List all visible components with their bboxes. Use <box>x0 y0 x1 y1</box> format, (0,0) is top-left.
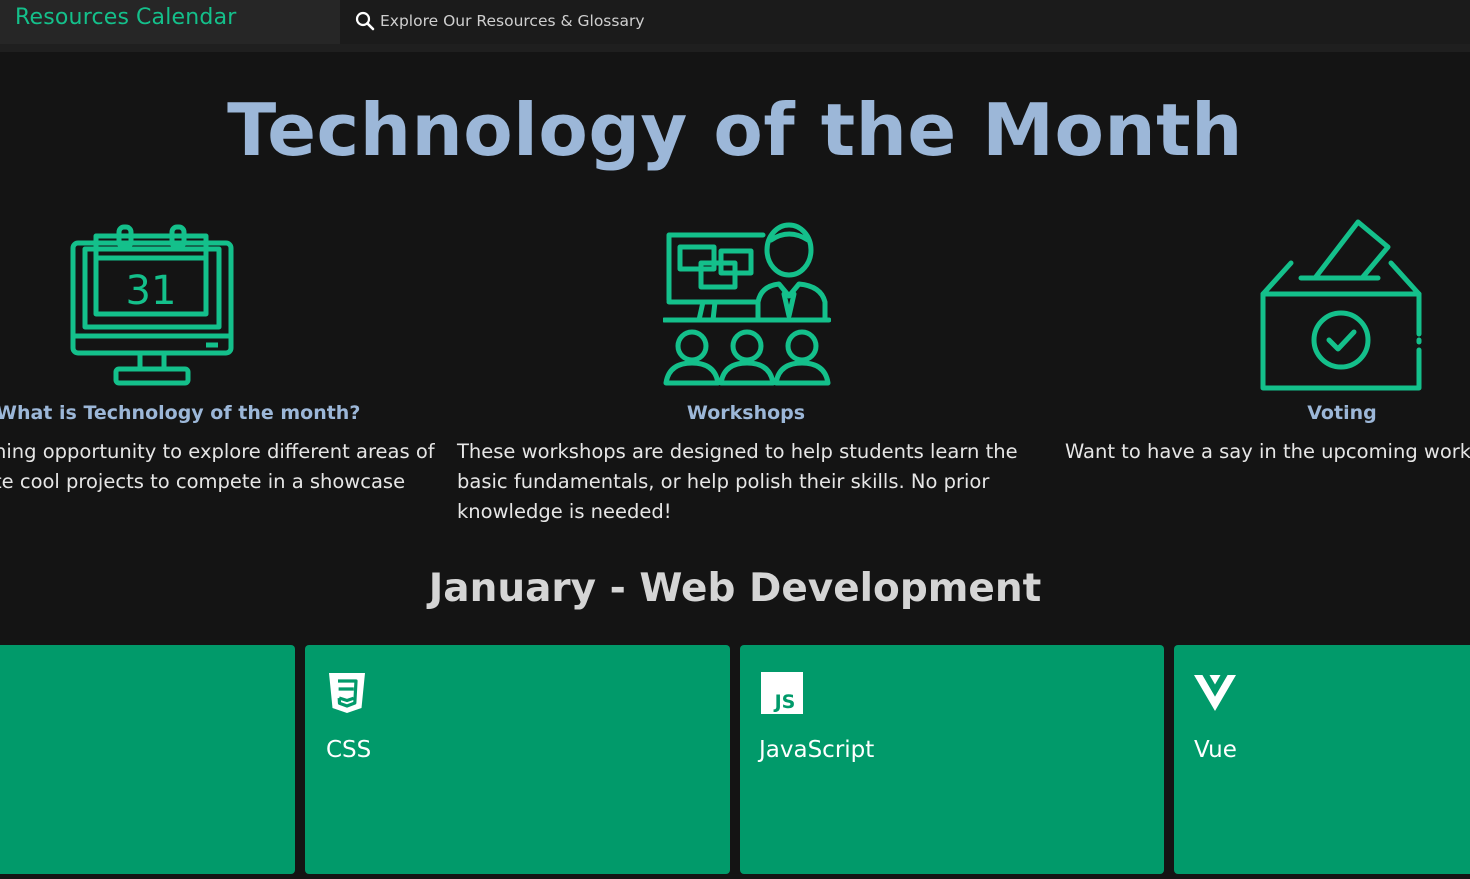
feature-title-about: What is Technology of the month? <box>0 402 361 424</box>
javascript-icon-text: JS <box>773 691 796 713</box>
tech-card-css[interactable]: CSS <box>305 645 730 874</box>
calendar-icon-day: 31 <box>126 268 177 314</box>
search-input[interactable] <box>378 6 982 36</box>
search-bar[interactable] <box>340 0 1470 44</box>
feature-text-about: ning opportunity to explore different ar… <box>0 437 435 497</box>
search-icon[interactable] <box>354 10 376 32</box>
feature-title-voting: Voting <box>1307 402 1377 424</box>
feature-text-voting: Want to have a say in the upcoming works… <box>1065 437 1470 467</box>
card-label: CSS <box>326 737 372 763</box>
card-label: JavaScript <box>759 737 875 763</box>
feature-text-line: basic fundamentals, or help polish their… <box>457 470 990 493</box>
top-bar-divider <box>0 44 1470 52</box>
vue-icon <box>1194 675 1236 711</box>
css3-icon <box>329 673 365 713</box>
feature-text-line: Want to have a say in the upcoming works… <box>1065 440 1470 463</box>
ballot-box-icon <box>1260 219 1422 391</box>
feature-title-workshops: Workshops <box>686 402 806 424</box>
tech-card-vue[interactable]: Vue <box>1174 645 1470 874</box>
feature-text-workshops: These workshops are designed to help stu… <box>457 437 1018 527</box>
card-label: Vue <box>1194 737 1237 763</box>
tech-card-html[interactable] <box>0 645 295 874</box>
tech-card-javascript[interactable]: JS JavaScript <box>740 645 1164 874</box>
feature-text-line: These workshops are designed to help stu… <box>457 440 1018 463</box>
workshop-presentation-icon <box>663 222 831 386</box>
nav-bar: Resources Calendar <box>0 0 340 50</box>
nav-link-resources[interactable]: Resources <box>15 5 129 30</box>
top-bar: Resources Calendar <box>0 0 1470 50</box>
calendar-monitor-icon: 31 <box>70 224 234 386</box>
javascript-icon: JS <box>761 672 803 714</box>
feature-text-line: te cool projects to compete in a showcas… <box>0 470 406 493</box>
nav-link-calendar[interactable]: Calendar <box>136 5 237 30</box>
page-title: Technology of the Month <box>227 88 1243 172</box>
feature-text-line: ning opportunity to explore different ar… <box>0 440 435 463</box>
month-title: January - Web Development <box>428 566 1042 611</box>
feature-text-line: knowledge is needed! <box>457 500 672 523</box>
